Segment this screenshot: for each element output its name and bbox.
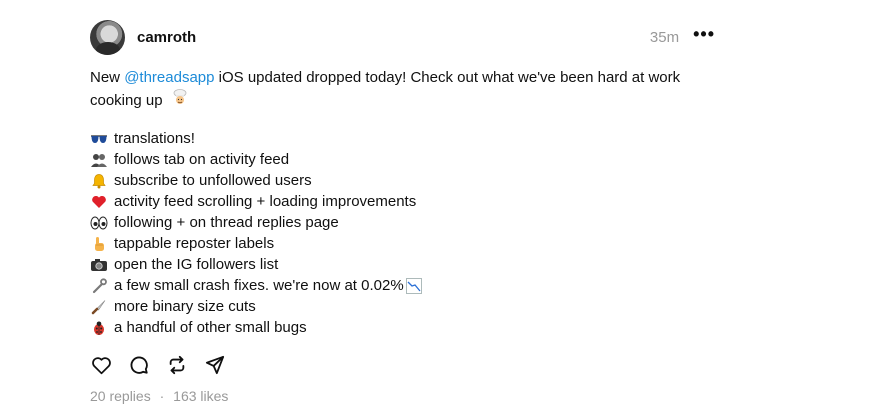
list-item: activity feed scrolling + loading improv… [90, 191, 715, 212]
chart-decreasing-emoji-icon [405, 277, 423, 295]
list-item: follows tab on activity feed [90, 149, 715, 170]
chef-emoji-icon [171, 88, 189, 106]
post-stats: 20 replies · 163 likes [90, 388, 715, 404]
comment-bubble-icon [130, 356, 148, 374]
stats-separator: · [159, 388, 165, 404]
heart-emoji-icon [90, 193, 108, 211]
camera-emoji-icon [90, 256, 108, 274]
timestamp: 35m [649, 28, 680, 46]
list-item-label: subscribe to unfollowed users [114, 172, 312, 189]
list-item-label: activity feed scrolling + loading improv… [114, 193, 417, 210]
bell-emoji-icon [90, 172, 108, 190]
likes-count[interactable]: 163 likes [173, 388, 228, 404]
mention-link[interactable]: @threadsapp [124, 69, 214, 86]
bug-emoji-icon [90, 319, 108, 337]
list-item: subscribe to unfollowed users [90, 170, 715, 191]
sunglasses-emoji-icon [90, 130, 108, 148]
list-item: a handful of other small bugs [90, 317, 715, 338]
list-item: open the IG followers list [90, 254, 715, 275]
list-item-label: follows tab on activity feed [114, 151, 290, 168]
list-item: translations! [90, 128, 715, 149]
list-item-label: more binary size cuts [114, 298, 256, 315]
wrench-emoji-icon [90, 277, 108, 295]
repost-icon [169, 355, 185, 375]
update-list: translations! follows tab on activity fe… [90, 128, 715, 338]
replies-count[interactable]: 20 replies [90, 388, 151, 404]
action-bar [90, 353, 715, 377]
like-button[interactable] [90, 354, 112, 376]
repost-button[interactable] [166, 354, 188, 376]
list-item-label: a handful of other small bugs [114, 319, 307, 336]
knife-emoji-icon [90, 298, 108, 316]
people-emoji-icon [90, 151, 108, 169]
list-item-label: translations! [114, 130, 195, 147]
list-item: tappable reposter labels [90, 233, 715, 254]
thread-post: camroth 35m ••• New @threadsapp iOS upda… [90, 18, 715, 404]
share-button[interactable] [204, 354, 226, 376]
heart-outline-icon [91, 357, 111, 375]
list-item-label: open the IG followers list [114, 256, 279, 273]
eyes-emoji-icon [90, 214, 108, 232]
reply-button[interactable] [128, 354, 150, 376]
post-text: New @threadsapp iOS updated dropped toda… [90, 67, 715, 111]
post-text-intro: New [90, 69, 125, 86]
list-item: more binary size cuts [90, 296, 715, 317]
post-header: camroth 35m ••• [90, 18, 715, 56]
pointing-up-hand-emoji-icon [90, 235, 108, 253]
username[interactable]: camroth [137, 29, 196, 46]
send-icon [205, 355, 225, 375]
avatar[interactable] [90, 19, 125, 55]
list-item: a few small crash fixes. we're now at 0.… [90, 275, 715, 296]
list-item-label: a few small crash fixes. we're now at 0.… [114, 277, 404, 294]
list-item-label: tappable reposter labels [114, 235, 275, 252]
more-options-button[interactable]: ••• [693, 25, 715, 49]
list-item-label: following + on thread replies page [114, 214, 339, 231]
list-item: following + on thread replies page [90, 212, 715, 233]
header-right: 35m ••• [650, 25, 715, 49]
